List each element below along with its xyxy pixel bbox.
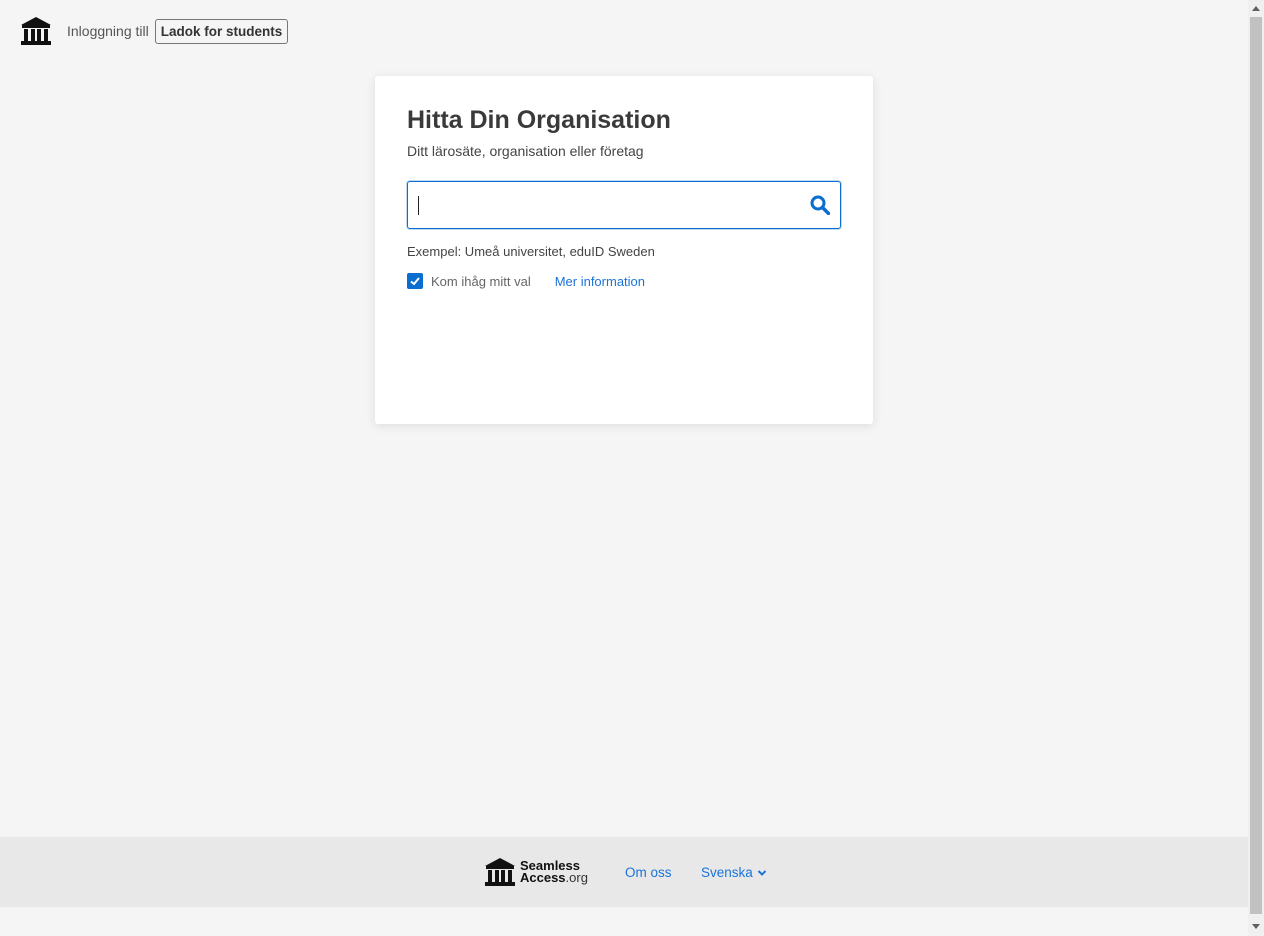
remember-checkbox-label[interactable]: Kom ihåg mitt val <box>431 274 531 289</box>
page-title: Hitta Din Organisation <box>407 106 671 134</box>
search-input[interactable] <box>416 188 800 222</box>
page: Inloggning till Ladok for students Hitta… <box>0 0 1248 936</box>
brand-suffix: .org <box>565 870 588 885</box>
institution-icon <box>20 15 52 47</box>
chevron-down-icon <box>757 869 766 876</box>
scroll-down-arrow-icon[interactable] <box>1252 924 1260 929</box>
service-name-badge: Ladok for students <box>154 18 289 44</box>
organisation-search-card: Hitta Din Organisation Ditt lärosäte, or… <box>375 76 873 424</box>
institution-icon <box>485 858 515 886</box>
vertical-scrollbar[interactable] <box>1248 0 1264 936</box>
search-icon[interactable] <box>810 195 831 216</box>
remember-checkbox[interactable] <box>407 273 423 289</box>
brand-access: Access <box>520 870 566 885</box>
scrollbar-thumb[interactable] <box>1250 17 1262 914</box>
search-field-container[interactable] <box>407 181 841 229</box>
scroll-up-arrow-icon[interactable] <box>1252 6 1260 11</box>
seamless-access-logo[interactable]: Seamless Access.org <box>484 856 588 888</box>
example-hint: Exempel: Umeå universitet, eduID Sweden <box>407 244 655 259</box>
checkmark-icon <box>410 277 420 286</box>
language-label: Svenska <box>701 865 753 880</box>
page-subtitle: Ditt lärosäte, organisation eller företa… <box>407 143 644 159</box>
remember-choice-row: Kom ihåg mitt val Mer information <box>407 273 645 289</box>
brand-text: Seamless Access.org <box>520 859 588 885</box>
about-link[interactable]: Om oss <box>625 865 672 880</box>
brand-line-2: Access.org <box>520 870 588 885</box>
footer: Seamless Access.org Om oss Svenska <box>0 837 1248 907</box>
header: Inloggning till Ladok for students <box>20 14 289 48</box>
more-information-link[interactable]: Mer information <box>555 274 645 289</box>
language-selector[interactable]: Svenska <box>701 865 767 880</box>
login-to-label: Inloggning till <box>67 23 149 39</box>
text-cursor <box>418 196 419 215</box>
